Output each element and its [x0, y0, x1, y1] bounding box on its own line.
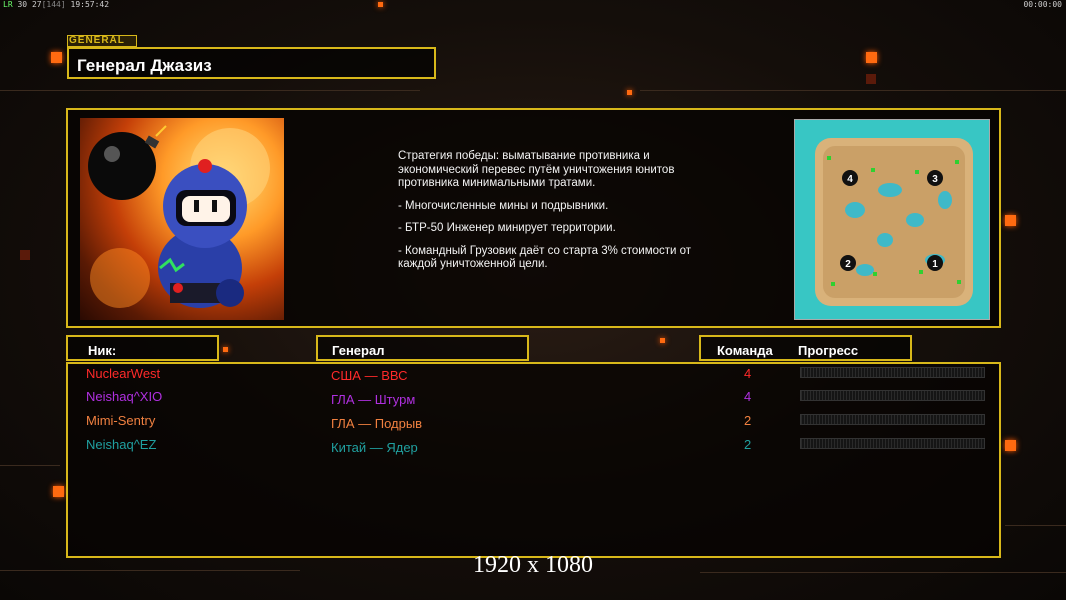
deco-dot — [866, 74, 876, 84]
player-progress-bar — [800, 367, 985, 378]
player-general: ГЛА — Штурм — [331, 392, 416, 407]
map-start-4: 4 — [847, 174, 853, 185]
general-name: Генерал Джазиз — [77, 56, 212, 75]
deco-line — [0, 90, 420, 91]
description-strategy: Стратегия победы: выматывание противника… — [398, 150, 675, 189]
map-start-1: 1 — [932, 259, 938, 270]
general-portrait — [80, 118, 284, 320]
header-nick: Ник: — [66, 335, 219, 361]
player-progress-bar — [800, 390, 985, 401]
deco-line — [640, 90, 1066, 91]
deco-dot — [1005, 440, 1016, 451]
deco-dot — [51, 52, 62, 63]
clock: 19:57:42 — [70, 0, 110, 9]
player-team: 2 — [744, 413, 752, 428]
player-team: 4 — [744, 366, 752, 381]
player-general: США — ВВС — [331, 368, 408, 383]
player-nick: Neishaq^EZ — [86, 437, 157, 452]
map-start-2: 2 — [845, 259, 851, 270]
player-progress-bar — [800, 414, 985, 425]
frames-value: 27 — [31, 0, 42, 9]
player-general: Китай — Ядер — [331, 440, 418, 455]
deco-dot — [53, 486, 64, 497]
lr-label: LR — [3, 0, 13, 9]
game-timer: 00:00:00 — [1023, 0, 1062, 9]
description-item: - БТР-50 Инженер минирует территории. — [398, 222, 616, 234]
general-tag: GENERAL — [67, 35, 137, 47]
description-item: - Командный Грузовик даёт со старта 3% с… — [398, 244, 692, 271]
fps-readout: LR 30 27[144] 19:57:42 — [3, 0, 109, 9]
status-bar: LR 30 27[144] 19:57:42 00:00:00 — [0, 0, 1066, 10]
general-title-box: Генерал Джазиз — [67, 47, 436, 79]
deco-line — [1005, 525, 1066, 526]
header-general-label: Генерал — [332, 343, 385, 358]
deco-dot — [223, 347, 228, 352]
header-general: Генерал — [316, 335, 529, 361]
deco-dot — [20, 250, 30, 260]
description-item: - Многочисленные мины и подрывники. — [398, 199, 609, 212]
map-start-3: 3 — [932, 174, 938, 185]
header-nick-label: Ник: — [88, 343, 117, 358]
player-nick: Neishaq^XIO — [86, 389, 163, 404]
minimap-image: 4 3 2 1 — [795, 120, 989, 319]
player-team: 2 — [744, 437, 752, 452]
player-progress-bar — [800, 438, 985, 449]
portrait-image — [88, 125, 270, 308]
fps-value: 30 — [17, 0, 28, 9]
frames-bracket: [144] — [41, 0, 66, 9]
header-progress-label: Прогресс — [798, 343, 859, 358]
deco-line — [0, 465, 60, 466]
player-team: 4 — [744, 389, 752, 404]
minimap: 4 3 2 1 — [794, 119, 990, 320]
player-nick: Mimi-Sentry — [86, 413, 156, 428]
header-team-label: Команда — [717, 343, 773, 358]
resolution-label: 1920 x 1080 — [473, 552, 593, 578]
player-general: ГЛА — Подрыв — [331, 416, 423, 431]
deco-dot — [1005, 215, 1016, 226]
deco-dot — [627, 90, 632, 95]
deco-dot — [866, 52, 877, 63]
header-team-progress: Команда Прогресс — [699, 335, 912, 361]
player-nick: NuclearWest — [86, 366, 161, 381]
deco-dot — [660, 338, 665, 343]
general-description: Стратегия победы: выматывание противника… — [398, 150, 728, 281]
